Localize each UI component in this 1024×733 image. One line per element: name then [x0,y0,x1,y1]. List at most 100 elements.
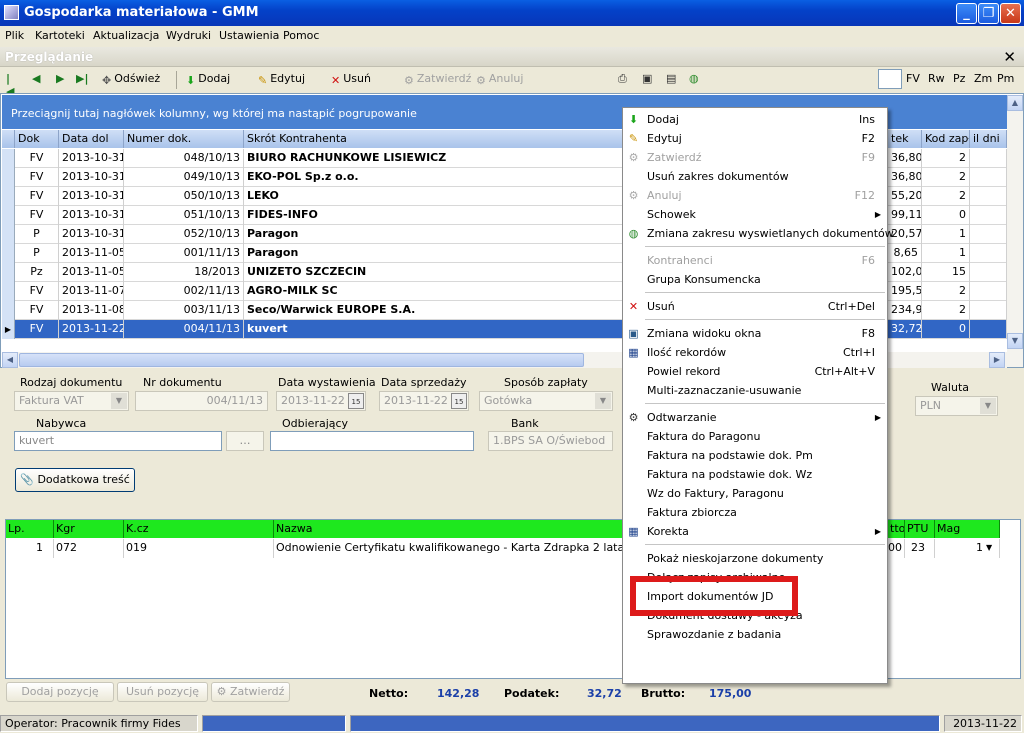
cell-kod[interactable]: 2 [922,282,970,301]
cell-num[interactable]: 051/10/13 [124,206,244,225]
menu-item-sprawozdanie-z-badania[interactable]: Sprawozdanie z badania [623,625,887,644]
cell-kod[interactable]: 1 [922,225,970,244]
cell-dok[interactable]: P [15,225,59,244]
cell-dok[interactable]: P [15,244,59,263]
cell-num[interactable]: 001/11/13 [124,244,244,263]
approve-item-button[interactable]: ⚙ Zatwierdź [211,682,290,702]
edit-button[interactable]: ✎ Edytuj [258,72,305,87]
globe-icon[interactable]: ◍ [689,72,699,85]
cell-val[interactable]: 195,50 [888,282,922,301]
items-col-mag[interactable]: Mag [935,520,1000,538]
scroll-thumb[interactable] [19,353,584,367]
row-indicator[interactable] [2,187,15,206]
currency-select[interactable]: PLN ▼ [915,396,998,416]
cell-name[interactable]: LEKO [244,187,624,206]
cell-name[interactable]: Paragon [244,225,624,244]
cell-kod[interactable]: 0 [922,206,970,225]
col-header-number[interactable]: Numer dok. [124,130,244,148]
menu-item-faktura-zbiorcza[interactable]: Faktura zbiorcza [623,503,887,522]
cell-name[interactable]: BIURO RACHUNKOWE LISIEWICZ [244,149,624,168]
cell-date[interactable]: 2013-11-22 [59,320,124,339]
items-col-tto[interactable]: tto [888,520,905,538]
menu-item-faktura-do-paragonu[interactable]: Faktura do Paragonu [623,427,887,446]
window-icon[interactable]: ▣ [642,72,652,85]
items-col-kcz[interactable]: K.cz [124,520,274,538]
row-indicator[interactable] [2,263,15,282]
col-header-date[interactable]: Data dol [59,130,124,148]
buyer-field[interactable]: kuvert [14,431,222,451]
cell-val[interactable]: 234,94 [888,301,922,320]
buyer-lookup-button[interactable]: … [226,431,264,451]
cell-date[interactable]: 2013-10-31 [59,149,124,168]
menu-item-zmiana-widoku-okna[interactable]: ▣ Zmiana widoku okna F8 [623,324,887,343]
menu-item-usun-zakres-dokumentow[interactable]: Usuń zakres dokumentów [623,167,887,186]
menu-item-anuluj[interactable]: ⚙ Anuluj F12 [623,186,887,205]
receiver-field[interactable] [270,431,474,451]
cell-num[interactable]: 052/10/13 [124,225,244,244]
col-header-tax[interactable]: tek [888,130,922,148]
cell-days[interactable] [970,301,1007,320]
menu-item-odtwarzanie[interactable]: ⚙ Odtwarzanie ▶ [623,408,887,427]
cell-val[interactable]: 36,80 [888,168,922,187]
menu-kartoteki[interactable]: Kartoteki [35,29,85,42]
item-ptu[interactable]: 23 [905,539,935,558]
menu-item-zatwierdz[interactable]: ⚙ Zatwierdź F9 [623,148,887,167]
cell-kod[interactable]: 1 [922,244,970,263]
row-indicator[interactable] [2,168,15,187]
panel-close-icon[interactable]: ✕ [1003,48,1016,66]
col-header-contractor[interactable]: Skrót Kontrahenta [244,130,624,148]
cell-date[interactable]: 2013-11-07 [59,282,124,301]
cell-name[interactable]: UNIZETO SZCZECIN [244,263,624,282]
cell-name[interactable]: FIDES-INFO [244,206,624,225]
row-indicator[interactable] [2,282,15,301]
menu-item-wz-do-faktury-paragonu[interactable]: Wz do Faktury, Paragonu [623,484,887,503]
cell-num[interactable]: 003/11/13 [124,301,244,320]
menu-item-schowek[interactable]: Schowek ▶ [623,205,887,224]
item-tto[interactable]: 00 [888,539,905,558]
cell-name[interactable]: Seco/Warwick EUROPE S.A. [244,301,624,320]
scroll-right-icon[interactable]: ▶ [989,352,1005,368]
cell-num[interactable]: 004/11/13 [124,320,244,339]
cell-days[interactable] [970,168,1007,187]
item-kcz[interactable]: 019 [124,539,274,558]
payment-select[interactable]: Gotówka ▼ [479,391,613,411]
menu-item-multi-zaznaczanie-usuwanie[interactable]: Multi-zaznaczanie-usuwanie [623,381,887,400]
chevron-down-icon[interactable]: ▼ [986,543,992,552]
scroll-left-icon[interactable]: ◀ [2,352,18,368]
layout-icon[interactable]: ▤ [666,72,676,85]
item-name[interactable]: Odnowienie Certyfikatu kwalifikowanego -… [274,539,623,558]
sale-date-field[interactable]: 2013-11-22 15 [379,391,469,411]
cell-name[interactable]: AGRO-MILK SC [244,282,624,301]
cell-num[interactable]: 002/11/13 [124,282,244,301]
cell-dok[interactable]: FV [15,282,59,301]
doc-number-field[interactable]: 004/11/13 [135,391,268,411]
menu-item-zmiana-zakresu-wyswietlanych-dokumentow[interactable]: ◍ Zmiana zakresu wyswietlanych dokumentów [623,224,894,243]
calendar-icon[interactable]: 15 [451,393,467,409]
delete-button[interactable]: ✕ Usuń [331,72,371,87]
menu-item-ilosc-rekordow[interactable]: ▦ Ilość rekordów Ctrl+I [623,343,887,362]
menu-ustawienia[interactable]: Ustawienia [219,29,279,42]
doc-type-select[interactable]: Faktura VAT ▼ [14,391,129,411]
cell-val[interactable]: 99,11 [888,206,922,225]
cell-kod[interactable]: 15 [922,263,970,282]
add-item-button[interactable]: Dodaj pozycję [6,682,114,702]
cell-dok[interactable]: Pz [15,263,59,282]
cell-num[interactable]: 050/10/13 [124,187,244,206]
cell-name[interactable]: EKO-POL Sp.z o.o. [244,168,624,187]
row-indicator[interactable] [2,301,15,320]
items-col-name[interactable]: Nazwa [274,520,623,538]
menu-plik[interactable]: Plik [5,29,24,42]
cell-val[interactable]: 102,06 [888,263,922,282]
cell-val[interactable]: 36,80 [888,149,922,168]
col-header-days[interactable]: il dni [970,130,1007,148]
col-header-dok[interactable]: Dok [15,130,59,148]
next-record-icon[interactable]: ▶ [56,72,68,86]
cell-days[interactable] [970,206,1007,225]
col-header-pay-code[interactable]: Kod zapł [922,130,970,148]
maximize-button[interactable]: ❐ [978,3,999,24]
cell-days[interactable] [970,282,1007,301]
menu-wydruki[interactable]: Wydruki [166,29,211,42]
row-indicator[interactable] [2,244,15,263]
cell-dok[interactable]: FV [15,301,59,320]
row-indicator[interactable] [2,149,15,168]
